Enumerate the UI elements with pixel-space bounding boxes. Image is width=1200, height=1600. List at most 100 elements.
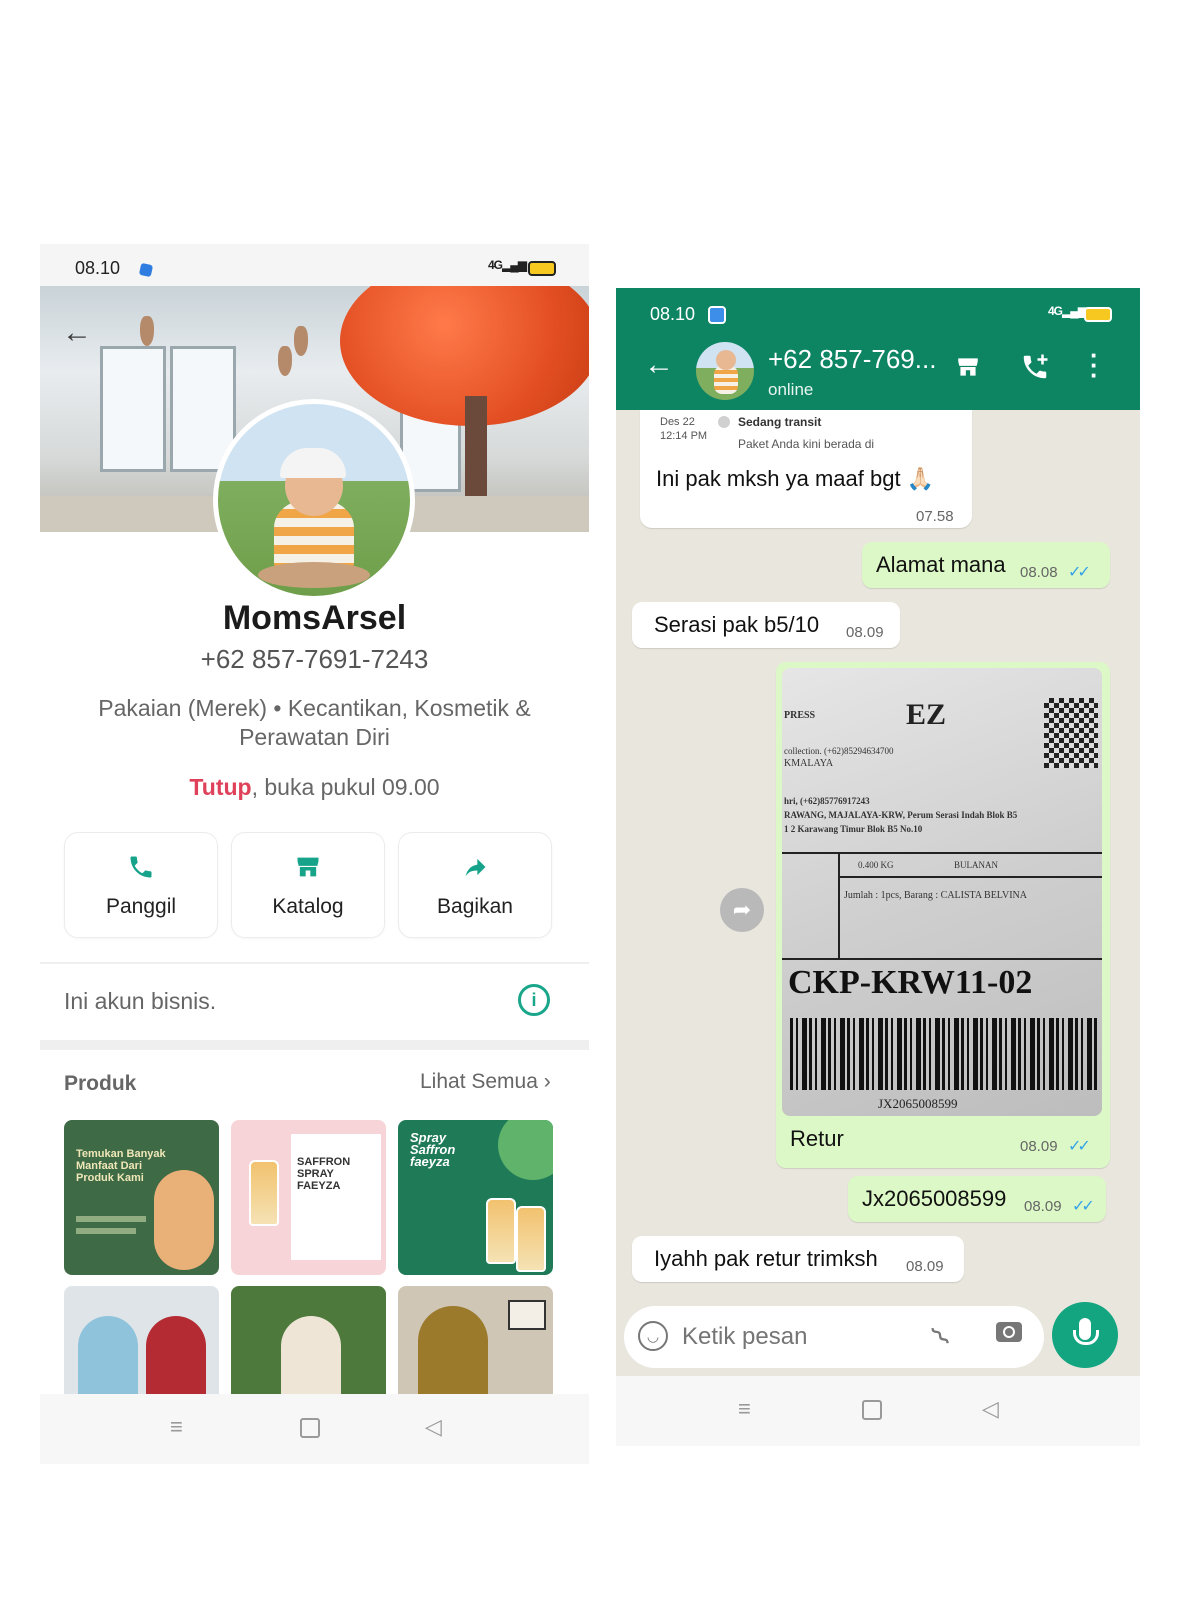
- label-line: [838, 876, 1102, 878]
- back-icon[interactable]: ◁: [982, 1396, 999, 1422]
- see-all-link[interactable]: Lihat Semua ›: [420, 1070, 551, 1094]
- quoted-date: Des 22: [660, 416, 695, 428]
- share-button[interactable]: Bagikan: [398, 832, 552, 938]
- label-line: [782, 958, 1102, 960]
- product-tile-caption: Spray Saffron faeyza: [410, 1130, 456, 1169]
- camera-lens: [1003, 1326, 1015, 1338]
- phone-icon: [65, 853, 217, 886]
- label-text: hri, (+62)85776917243: [784, 796, 870, 806]
- emoji-icon[interactable]: ◡: [638, 1321, 668, 1351]
- label-tracking: JX2065008599: [878, 1096, 958, 1111]
- read-ticks-icon: ✓✓: [1068, 564, 1091, 581]
- quoted-state: Sedang transit: [738, 415, 822, 429]
- label-text: PRESS: [784, 710, 816, 721]
- menu-icon[interactable]: ≡: [170, 1414, 183, 1440]
- message-text: Retur: [790, 1126, 844, 1151]
- label-items: Jumlah : 1pcs, Barang : CALISTA BELVINA: [844, 890, 1027, 901]
- contact-name[interactable]: +62 857-769...: [768, 344, 936, 375]
- chat-screen: 08.10 4G▂▄▆ ← +62 857-769... online · · · …: [616, 288, 1140, 1446]
- message-text: Iyahh pak retur trimksh: [654, 1246, 878, 1271]
- label-line: [782, 852, 1102, 854]
- barcode: [790, 1018, 1098, 1090]
- product-image: [154, 1170, 214, 1270]
- store-icon[interactable]: [954, 354, 982, 385]
- attach-icon[interactable]: ⌇: [924, 1320, 957, 1353]
- avatar-child-legs: [258, 562, 370, 588]
- message-time: 08.09: [1024, 1198, 1062, 1215]
- message-text: Alamat mana: [876, 552, 1006, 577]
- message-time: 08.09: [1020, 1138, 1058, 1155]
- catalog-button[interactable]: Katalog: [231, 832, 385, 938]
- message-time: 08.09: [846, 624, 884, 641]
- call-button[interactable]: Panggil: [64, 832, 218, 938]
- profile-phone: +62 857-7691-7243: [200, 644, 429, 674]
- product-tile[interactable]: Temukan Banyak Manfaat Dari Produk Kami: [64, 1120, 219, 1275]
- label-text: 1 2 Karawang Timur Blok B5 No.10: [784, 824, 923, 834]
- pendant-lamp: [294, 326, 308, 356]
- shipping-label-photo[interactable]: PRESS EZ collection. (+62)85294634700 KM…: [782, 668, 1102, 1116]
- product-tile[interactable]: SAFFRON SPRAY FAEYZA: [231, 1120, 386, 1275]
- more-options-icon[interactable]: · · ·: [1090, 342, 1099, 388]
- pendant-lamp: [140, 316, 154, 346]
- product-tile-caption: SAFFRON SPRAY FAEYZA: [297, 1156, 351, 1192]
- back-icon[interactable]: ◁: [425, 1414, 442, 1440]
- menu-icon[interactable]: ≡: [738, 1396, 751, 1422]
- see-all-label: Lihat Semua: [420, 1070, 538, 1093]
- product-card: [291, 1134, 381, 1260]
- message-input[interactable]: [680, 1318, 914, 1356]
- chevron-right-icon: ›: [543, 1070, 551, 1093]
- forward-icon[interactable]: ➦: [720, 888, 764, 932]
- quoted-detail: Paket Anda kini berada di: [738, 437, 875, 451]
- contact-status: online: [768, 380, 814, 399]
- incoming-message[interactable]: Des 22 12:14 PM Sedang transit Paket And…: [640, 410, 972, 528]
- label-line: [838, 854, 840, 960]
- incoming-message[interactable]: Serasi pak b5/10 08.09: [632, 602, 900, 648]
- profile-category: Pakaian (Merek) • Kecantikan, Kosmetik &…: [98, 695, 531, 750]
- leaf-decoration: [498, 1120, 553, 1180]
- info-icon[interactable]: i: [518, 984, 550, 1016]
- message-text: Serasi pak b5/10: [654, 612, 820, 637]
- battery-icon: [528, 261, 556, 276]
- outgoing-message[interactable]: Jx2065008599 08.09 ✓✓: [848, 1176, 1106, 1222]
- outgoing-image-message[interactable]: PRESS EZ collection. (+62)85294634700 KM…: [776, 662, 1110, 1168]
- signal-icon: 4G▂▄▆: [1048, 304, 1087, 318]
- back-arrow-icon[interactable]: ←: [62, 316, 92, 350]
- system-nav-bar: ≡ ◁: [40, 1394, 589, 1464]
- home-icon[interactable]: [862, 1400, 882, 1420]
- pendant-lamp: [278, 346, 292, 376]
- label-brand: EZ: [906, 698, 947, 731]
- business-hours: Tutup, buka pukul 09.00: [40, 774, 589, 801]
- avatar-child-cap: [280, 448, 346, 478]
- chat-header: 08.10 4G▂▄▆ ← +62 857-769... online · · ·: [616, 288, 1140, 410]
- camera-icon[interactable]: [996, 1322, 1022, 1342]
- message-composer: ◡ ⌇: [624, 1306, 1044, 1368]
- mic-icon-stand: [1073, 1330, 1099, 1345]
- hours-closed: Tutup: [189, 774, 252, 800]
- label-weight: 0.400 KG: [858, 860, 894, 870]
- product-bottle: [249, 1160, 279, 1226]
- home-icon[interactable]: [300, 1418, 320, 1438]
- avatar-child-head: [716, 350, 736, 370]
- hours-open: , buka pukul 09.00: [251, 774, 440, 800]
- status-time: 08.10: [650, 304, 696, 324]
- share-label: Bagikan: [437, 895, 513, 918]
- profile-avatar[interactable]: [213, 399, 415, 601]
- battery-icon: [1084, 307, 1112, 322]
- back-arrow-icon[interactable]: ←: [644, 348, 674, 382]
- divider: [40, 962, 589, 964]
- call-label: Panggil: [105, 895, 177, 918]
- notification-icon: [138, 262, 154, 278]
- contact-avatar[interactable]: [696, 342, 754, 400]
- message-text: Jx2065008599: [862, 1186, 1007, 1211]
- message-time: 08.09: [906, 1258, 944, 1275]
- mic-button[interactable]: [1052, 1302, 1118, 1368]
- business-profile-screen: 08.10 4G▂▄▆ ← MomsArsel +62 857-7691-724…: [40, 244, 589, 1464]
- message-time: 08.08: [1020, 564, 1058, 581]
- product-tile[interactable]: Spray Saffron faeyza: [398, 1120, 553, 1275]
- outgoing-message[interactable]: Alamat mana 08.08 ✓✓: [862, 542, 1110, 588]
- label-text: collection. (+62)85294634700: [784, 746, 894, 756]
- product-text-line: [76, 1216, 146, 1222]
- add-call-icon[interactable]: [1020, 352, 1050, 387]
- store-icon: [232, 853, 384, 886]
- incoming-message[interactable]: Iyahh pak retur trimksh 08.09: [632, 1236, 964, 1282]
